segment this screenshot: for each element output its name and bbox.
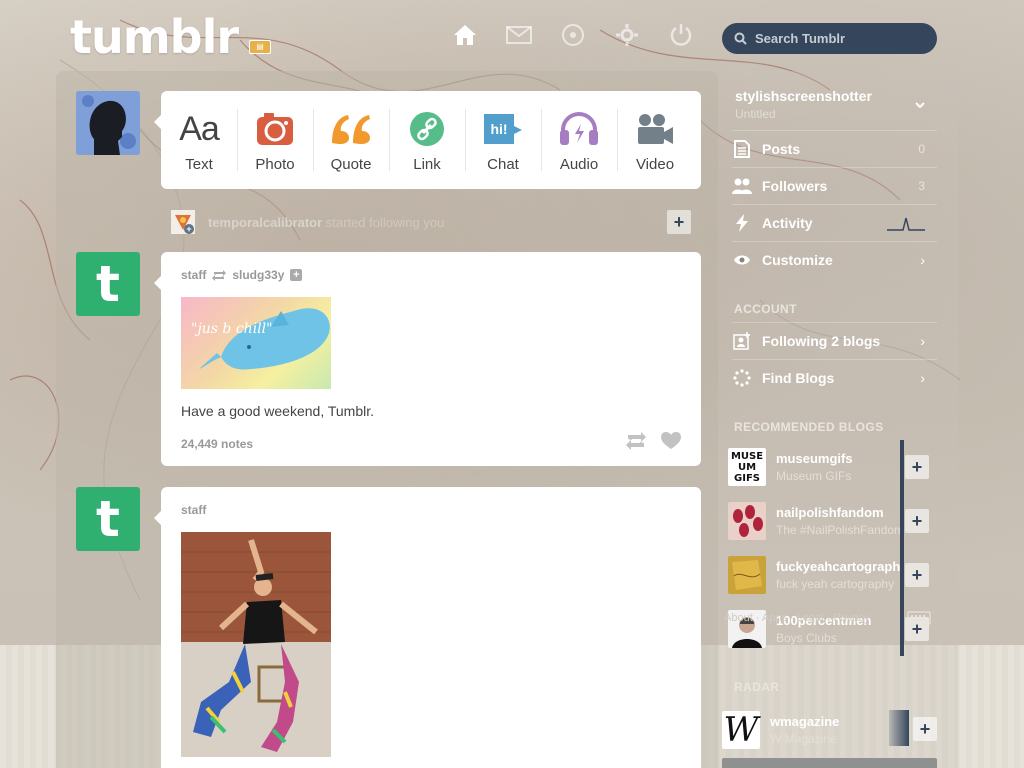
recommended-blog[interactable]: nailpolishfandom The #NailPolishFandom +	[728, 494, 933, 548]
chevron-right-icon: ›	[920, 252, 925, 268]
reblog-small-icon	[212, 269, 227, 281]
quote-icon	[330, 109, 372, 149]
post-header: staff	[181, 503, 206, 517]
fuckyeahcartography-avatar	[728, 556, 766, 594]
post-type-audio-button[interactable]: Audio	[541, 91, 617, 189]
activity-message: started following you	[325, 214, 445, 230]
inbox-icon[interactable]	[506, 22, 532, 48]
sidebar-item-customize[interactable]: Customize ›	[732, 241, 937, 278]
text-aa-icon: Aa	[179, 109, 220, 148]
post-card: staff sludg33y + "jus b chill" Have a go…	[154, 252, 701, 466]
logo-badge-icon: ▤	[249, 40, 271, 54]
radar-section-title: RADAR	[734, 680, 780, 694]
post-type-bar: Aa Text Photo Quote Link hi! Chat Audio	[154, 91, 701, 189]
museumgifs-avatar: MUSEUM GIFS	[728, 448, 766, 486]
blog-selector[interactable]: stylishscreenshotter Untitled	[735, 88, 935, 121]
post-photo[interactable]: "jus b chill"	[181, 297, 331, 389]
explore-compass-icon[interactable]	[560, 22, 586, 48]
chat-bubble-icon: hi!	[482, 109, 524, 149]
follow-blog-button[interactable]: +	[905, 563, 929, 587]
document-icon	[732, 139, 752, 159]
post-type-text-button[interactable]: Aa Text	[161, 91, 237, 189]
post-type-video-button[interactable]: Video	[617, 91, 693, 189]
settings-gear-icon[interactable]	[614, 22, 640, 48]
chevron-right-icon: ›	[920, 370, 925, 386]
post-photo-text: "jus b chill"	[191, 321, 273, 337]
eye-icon	[732, 250, 752, 270]
people-icon	[732, 176, 752, 196]
post-type-link-button[interactable]: Link	[389, 91, 465, 189]
follow-reblogged-icon[interactable]: +	[290, 269, 303, 281]
post-type-photo-button[interactable]: Photo	[237, 91, 313, 189]
add-person-icon	[732, 331, 752, 351]
sidebar-item-followers[interactable]: Followers 3	[732, 167, 937, 204]
tumblr-logo[interactable]: tumblr	[70, 10, 239, 64]
sidebar-item-activity[interactable]: Activity	[732, 204, 937, 241]
wmagazine-avatar: W	[722, 710, 760, 750]
recommended-blog[interactable]: 100percentmen Boys Clubs +	[728, 602, 933, 656]
radar-blog[interactable]: W wmagazine W Magazine +	[722, 710, 937, 750]
staff-avatar[interactable]: t	[76, 252, 140, 316]
search-bar[interactable]	[722, 23, 937, 54]
power-logout-icon[interactable]	[668, 22, 694, 48]
post-card: staff	[154, 487, 701, 768]
staff-avatar[interactable]: t	[76, 487, 140, 551]
nailpolishfandom-avatar	[728, 502, 766, 540]
footer-links[interactable]: About · Apps · Legal · Privacy	[724, 612, 870, 624]
link-icon	[409, 109, 445, 149]
post-author[interactable]: staff	[181, 268, 206, 282]
account-section-title: ACCOUNT	[734, 302, 797, 316]
top-nav	[452, 22, 694, 48]
home-icon[interactable]	[452, 22, 478, 48]
sidebar-item-following[interactable]: Following 2 blogs ›	[732, 322, 937, 359]
follower-avatar[interactable]: +	[171, 210, 195, 234]
post-photo[interactable]	[181, 532, 331, 757]
post-caption: Have a good weekend, Tumblr.	[181, 403, 375, 419]
follow-back-button[interactable]: +	[667, 210, 691, 234]
post-actions	[625, 432, 681, 450]
follow-blog-button[interactable]: +	[905, 455, 929, 479]
follow-radar-button[interactable]: +	[913, 717, 937, 741]
chevron-right-icon: ›	[920, 333, 925, 349]
sidebar-item-posts[interactable]: Posts 0	[732, 130, 937, 167]
activity-notification: + temporalcalibrator started following y…	[171, 209, 691, 235]
lightning-icon	[732, 213, 752, 233]
svg-text:hi!: hi!	[490, 121, 507, 137]
blog-name: stylishscreenshotter	[735, 88, 872, 104]
loading-spinner-icon	[732, 368, 752, 388]
headphones-icon	[559, 109, 599, 149]
search-input[interactable]	[755, 31, 925, 46]
my-avatar[interactable]	[76, 91, 140, 155]
sidebar-item-find-blogs[interactable]: Find Blogs ›	[732, 359, 937, 396]
camera-icon	[256, 109, 294, 149]
recommended-section-title: RECOMMENDED BLOGS	[734, 420, 884, 434]
like-heart-icon[interactable]	[661, 432, 681, 450]
search-icon	[734, 32, 747, 45]
recommended-blog[interactable]: fuckyeahcartography fuck yeah cartograph…	[728, 548, 933, 602]
radar-post-image[interactable]	[722, 758, 937, 768]
chevron-down-icon	[915, 102, 925, 109]
activity-text: temporalcalibrator started following you	[208, 215, 444, 230]
post-header: staff sludg33y +	[181, 268, 303, 282]
post-type-quote-button[interactable]: Quote	[313, 91, 389, 189]
post-type-chat-button[interactable]: hi! Chat	[465, 91, 541, 189]
reblog-icon[interactable]	[625, 432, 647, 450]
svg-text:+: +	[186, 224, 191, 234]
post-author[interactable]: staff	[181, 503, 206, 517]
video-camera-icon	[635, 109, 675, 149]
post-notes[interactable]: 24,449 notes	[181, 437, 253, 451]
blog-title: Untitled	[735, 107, 776, 121]
activity-sparkline	[887, 217, 925, 231]
recommended-blog[interactable]: MUSEUM GIFS museumgifs Museum GIFs +	[728, 440, 933, 494]
reblogged-from[interactable]: sludg33y	[232, 268, 284, 282]
activity-username[interactable]: temporalcalibrator	[208, 215, 322, 230]
keyboard-icon[interactable]	[907, 611, 931, 625]
follow-blog-button[interactable]: +	[905, 509, 929, 533]
